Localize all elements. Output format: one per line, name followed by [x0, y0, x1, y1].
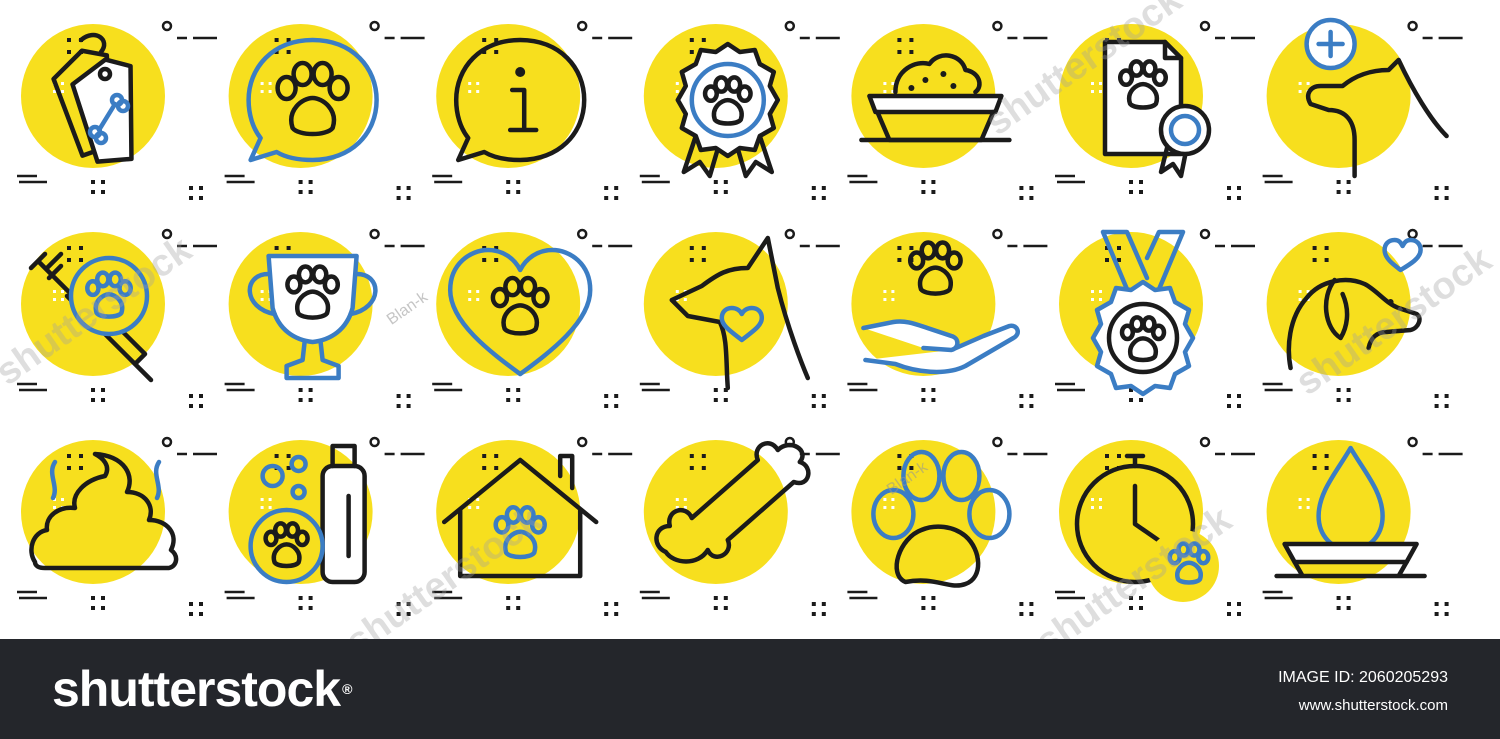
- footer-bar: shutterstock ® IMAGE ID: 2060205293 www.s…: [0, 639, 1500, 739]
- pet-certificate-icon: [1055, 20, 1255, 200]
- pet-shampoo-icon: [224, 436, 425, 616]
- pet-house-icon: [432, 436, 633, 616]
- paw-hand-care-icon: [847, 228, 1048, 408]
- dog-poop-icon: [17, 436, 217, 616]
- dog-love-icon: [1262, 228, 1463, 408]
- image-id: IMAGE ID: 2060205293: [1278, 669, 1448, 686]
- yellow-circle: [21, 440, 165, 584]
- cat-heart-icon: [639, 228, 840, 408]
- yellow-circle: [643, 440, 788, 584]
- price-tags-bone-icon: [17, 20, 217, 200]
- icon-grid: [17, 17, 1463, 616]
- pet-food-bowl-icon: [847, 20, 1048, 200]
- dog-bone-icon: [639, 436, 840, 616]
- paw-heart-icon: [432, 228, 633, 408]
- registered-mark: ®: [342, 681, 352, 697]
- site-url: www.shutterstock.com: [1298, 697, 1448, 714]
- dog-vet-cross-icon: [1262, 17, 1463, 200]
- icon-set-canvas: shutterstock shutterstock shutterstock s…: [0, 0, 1500, 639]
- paw-speech-bubble-icon: [224, 20, 425, 200]
- syringe-paw-vaccine-icon: [17, 228, 217, 408]
- paw-medal-icon: [1055, 228, 1255, 408]
- info-bubble-icon: [432, 20, 633, 200]
- water-bowl-icon: [1262, 436, 1463, 616]
- logo-text: shutterstock: [52, 661, 341, 717]
- shutterstock-logo: shutterstock ®: [52, 661, 352, 717]
- paw-rosette-award-icon: [639, 20, 840, 200]
- paw-print-icon: [847, 436, 1048, 616]
- walk-timer-paws-icon: [1055, 436, 1255, 616]
- yellow-circle: [643, 232, 788, 376]
